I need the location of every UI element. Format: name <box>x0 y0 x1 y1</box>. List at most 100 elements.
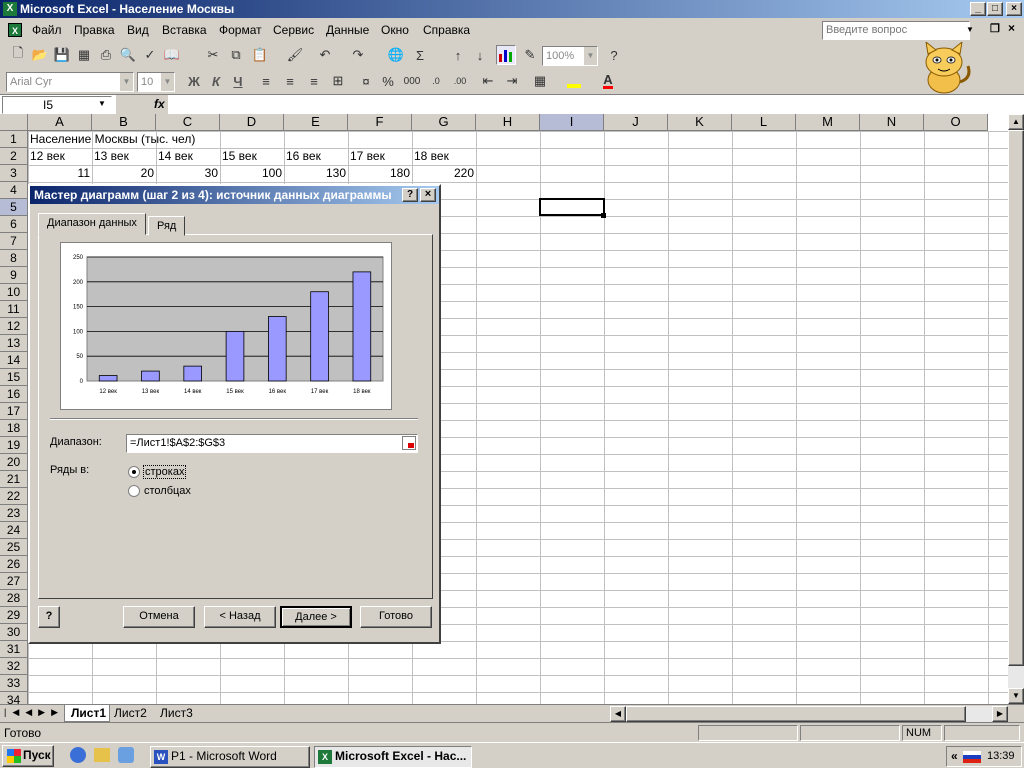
cell-f2[interactable]: 17 век <box>348 148 387 165</box>
cell-a3[interactable]: 11 <box>28 165 92 182</box>
sheet-tab-1[interactable]: Лист1 <box>64 705 110 722</box>
row-header-2[interactable]: 2 <box>0 148 28 165</box>
row-header-5[interactable]: 5 <box>0 199 28 216</box>
hyperlink-icon[interactable]: 🌐 <box>386 45 406 65</box>
back-button[interactable]: < Назад <box>204 606 276 628</box>
office-assistant-help-icon[interactable]: ? <box>38 606 60 628</box>
russian-flag-icon[interactable] <box>963 751 981 763</box>
font-select[interactable]: Arial Cyr ▼ <box>6 72 134 92</box>
browser-icon[interactable] <box>70 747 86 763</box>
column-header-o[interactable]: O <box>924 114 988 131</box>
row-header-25[interactable]: 25 <box>0 539 28 556</box>
menu-format[interactable]: Формат <box>219 23 262 37</box>
drawing-icon[interactable]: ✎ <box>520 45 540 65</box>
row-header-13[interactable]: 13 <box>0 335 28 352</box>
column-header-a[interactable]: A <box>28 114 92 131</box>
next-button[interactable]: Далее > <box>280 606 352 628</box>
print-icon[interactable]: ⎙ <box>96 45 116 65</box>
radio-columns-label[interactable]: столбцах <box>144 485 191 497</box>
vertical-scrollbar[interactable]: ▲ ▼ <box>1008 114 1024 704</box>
scroll-left-icon[interactable]: ◀ <box>610 706 626 722</box>
underline-button[interactable]: Ч <box>228 71 248 91</box>
document-icon[interactable]: X <box>8 23 22 37</box>
select-all-corner[interactable] <box>0 114 28 131</box>
increase-decimal-icon[interactable]: .0 <box>426 71 446 91</box>
cell-d3[interactable]: 100 <box>220 165 284 182</box>
row-header-19[interactable]: 19 <box>0 437 28 454</box>
dialog-close-button[interactable]: × <box>420 188 436 202</box>
menu-edit[interactable]: Правка <box>74 23 115 37</box>
spelling-icon[interactable]: ✓ <box>140 45 160 65</box>
row-header-20[interactable]: 20 <box>0 454 28 471</box>
column-header-l[interactable]: L <box>732 114 796 131</box>
column-header-h[interactable]: H <box>476 114 540 131</box>
font-size-select[interactable]: 10 ▼ <box>137 72 175 92</box>
row-header-14[interactable]: 14 <box>0 352 28 369</box>
cell-g2[interactable]: 18 век <box>412 148 451 165</box>
autosum-icon[interactable]: Σ <box>410 45 430 65</box>
chevron-down-icon[interactable]: ▼ <box>583 47 597 65</box>
row-header-3[interactable]: 3 <box>0 165 28 182</box>
cell-a2[interactable]: 12 век <box>28 148 67 165</box>
cell-c2[interactable]: 14 век <box>156 148 195 165</box>
fill-handle[interactable] <box>601 213 606 218</box>
row-header-26[interactable]: 26 <box>0 556 28 573</box>
menu-tools[interactable]: Сервис <box>273 23 314 37</box>
mail-icon[interactable] <box>94 748 110 762</box>
tab-series[interactable]: Ряд <box>148 216 186 236</box>
row-header-28[interactable]: 28 <box>0 590 28 607</box>
sort-ascending-icon[interactable]: ↑ <box>448 45 468 65</box>
row-header-33[interactable]: 33 <box>0 675 28 692</box>
chevron-down-icon[interactable]: ▼ <box>160 73 174 91</box>
insert-function-icon[interactable]: fx <box>154 97 165 111</box>
row-header-30[interactable]: 30 <box>0 624 28 641</box>
column-header-i[interactable]: I <box>540 114 604 131</box>
scroll-thumb[interactable] <box>1008 130 1024 666</box>
sheet-nav-arrows-icon[interactable]: |◀◀▶▶| <box>4 707 72 718</box>
column-header-k[interactable]: K <box>668 114 732 131</box>
cell-e3[interactable]: 130 <box>284 165 348 182</box>
row-header-12[interactable]: 12 <box>0 318 28 335</box>
cell-a1-title[interactable]: Население Москвы (тыс. чел) <box>28 131 197 148</box>
align-right-icon[interactable]: ≡ <box>304 71 324 91</box>
name-box-dropdown-icon[interactable]: ▼ <box>98 99 106 108</box>
column-header-b[interactable]: B <box>92 114 156 131</box>
menu-insert[interactable]: Вставка <box>162 23 207 37</box>
start-button[interactable]: Пуск <box>2 745 54 767</box>
dialog-help-button[interactable]: ? <box>402 188 418 202</box>
task-excel[interactable]: X Microsoft Excel - Нас... <box>314 746 472 768</box>
cell-b3[interactable]: 20 <box>92 165 156 182</box>
tray-expand-icon[interactable]: « <box>951 749 958 763</box>
column-header-j[interactable]: J <box>604 114 668 131</box>
scroll-down-icon[interactable]: ▼ <box>1008 688 1024 704</box>
cut-icon[interactable]: ✂ <box>203 45 223 65</box>
menu-data[interactable]: Данные <box>326 23 369 37</box>
row-header-17[interactable]: 17 <box>0 403 28 420</box>
minimize-button[interactable]: _ <box>970 2 986 16</box>
row-header-16[interactable]: 16 <box>0 386 28 403</box>
row-header-27[interactable]: 27 <box>0 573 28 590</box>
zoom-select[interactable]: 100% ▼ <box>542 46 598 66</box>
row-header-9[interactable]: 9 <box>0 267 28 284</box>
row-header-34[interactable]: 34 <box>0 692 28 704</box>
scroll-up-icon[interactable]: ▲ <box>1008 114 1024 130</box>
open-folder-icon[interactable]: 📂 <box>30 45 50 65</box>
print-preview-icon[interactable]: 🔍 <box>118 45 138 65</box>
row-header-29[interactable]: 29 <box>0 607 28 624</box>
maximize-button[interactable]: □ <box>987 2 1003 16</box>
sheet-tab-3[interactable]: Лист3 <box>160 705 193 721</box>
desktop-icon[interactable] <box>118 747 134 763</box>
increase-indent-icon[interactable]: ⇥ <box>502 71 522 91</box>
row-header-1[interactable]: 1 <box>0 131 28 148</box>
close-button[interactable]: × <box>1006 2 1022 16</box>
paste-icon[interactable]: 📋 <box>250 45 270 65</box>
row-header-10[interactable]: 10 <box>0 284 28 301</box>
chevron-down-icon[interactable]: ▼ <box>119 73 133 91</box>
chart-wizard-icon[interactable] <box>496 45 516 65</box>
radio-rows[interactable] <box>128 466 140 478</box>
scroll-right-icon[interactable]: ▶ <box>992 706 1008 722</box>
research-icon[interactable]: 📖 <box>162 45 182 65</box>
row-header-22[interactable]: 22 <box>0 488 28 505</box>
column-header-g[interactable]: G <box>412 114 476 131</box>
radio-rows-label[interactable]: строках <box>143 465 187 479</box>
